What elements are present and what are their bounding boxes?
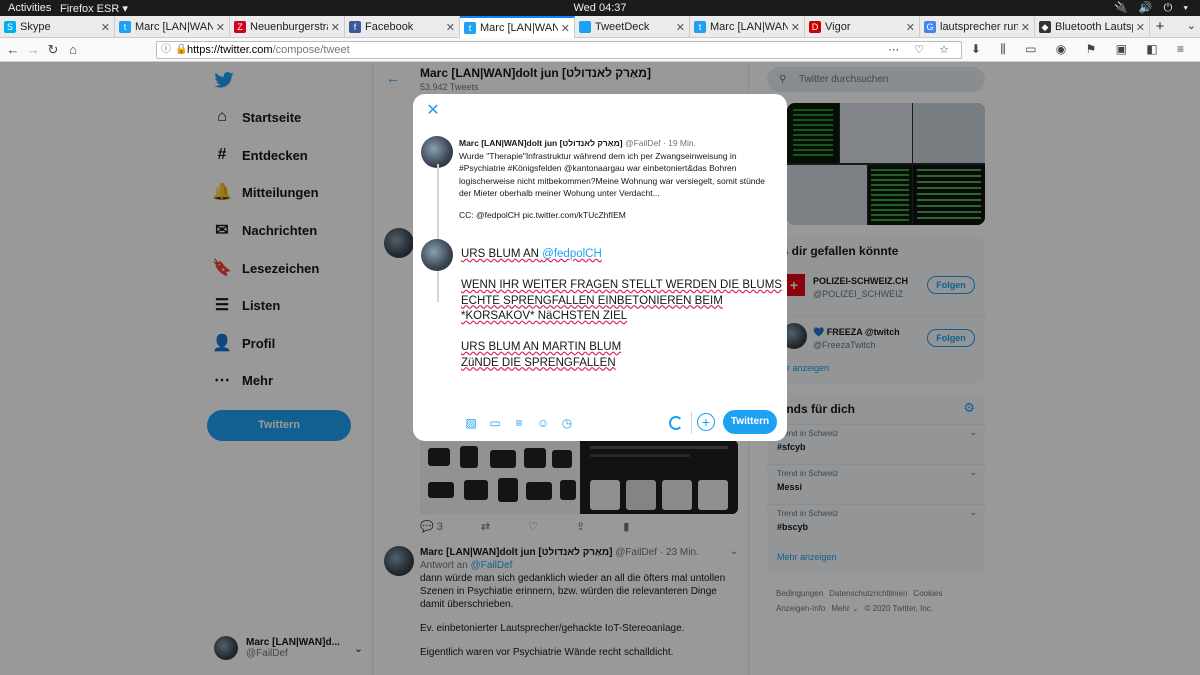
twitter-icon: t	[464, 22, 476, 34]
compose-modal: ✕ Marc [LAN|WAN]dolt jun [מאַרק לאנדולט]…	[413, 94, 787, 441]
gif-icon[interactable]: ▭	[483, 416, 507, 432]
tab[interactable]: t Marc [LAN|WAN]dolt jun✕	[690, 16, 805, 38]
tab-title: Neuenburgerstrasse	[250, 21, 328, 33]
url-path: /compose/tweet	[272, 44, 350, 56]
tab-title: Marc [LAN|WAN]dolt jun	[135, 21, 213, 33]
skype-icon: S	[4, 21, 16, 33]
back-icon[interactable]: ←	[4, 41, 22, 59]
close-icon[interactable]: ✕	[446, 21, 455, 34]
url-bar[interactable]: ⓘ 🔒 https://twitter.com/compose/tweet ⋯ …	[156, 41, 962, 59]
compose-text: URS BLUM AN MARTIN BLUM	[461, 341, 622, 353]
send-tweet-button[interactable]: Twittern	[723, 410, 777, 434]
system-tray[interactable]: 🔌 🔊 ⏻ ▾	[1114, 1, 1192, 15]
lock-icon[interactable]: 🔒	[175, 42, 187, 58]
zoom-icon: Z	[234, 21, 246, 33]
close-icon[interactable]: ✕	[906, 21, 915, 34]
tab[interactable]: S Skype ✕	[0, 16, 115, 38]
close-icon[interactable]: ✕	[423, 102, 443, 122]
twitter-icon: t	[119, 21, 131, 33]
clock[interactable]: Wed 04:37	[0, 2, 1200, 14]
info-icon[interactable]: ⓘ	[161, 42, 171, 58]
close-icon[interactable]: ✕	[561, 22, 570, 35]
image-icon[interactable]: ▨	[459, 416, 483, 432]
facebook-icon: f	[349, 21, 361, 33]
emoji-icon[interactable]: ☺	[531, 416, 555, 432]
tab[interactable]: t Marc [LAN|WAN]dolt jun✕	[115, 16, 230, 38]
close-icon[interactable]: ✕	[791, 21, 800, 34]
tab-title: Vigor	[825, 21, 851, 33]
poll-icon[interactable]: ≡	[507, 416, 531, 432]
close-icon[interactable]: ✕	[101, 21, 110, 34]
compose-toolbar: ▨ ▭ ≡ ☺ ◷	[459, 416, 579, 432]
tab-title: Skype	[20, 21, 51, 33]
author-name: Marc [LAN|WAN]dolt jun [מאַרק לאנדולט]	[459, 138, 623, 148]
tab[interactable]: ◆ Bluetooth Lautspr...✕	[1035, 16, 1150, 38]
new-tab-button[interactable]: +	[1150, 16, 1170, 37]
tab-title: lautsprecher rund	[940, 21, 1018, 33]
close-icon[interactable]: ✕	[676, 21, 685, 34]
url-host: https://twitter.com	[187, 44, 273, 56]
close-icon[interactable]: ✕	[1021, 21, 1030, 34]
progress-ring	[669, 416, 683, 430]
tab-strip: SSkype✕tMarc [LAN|WAN]dolt jun✕ZNeuenbur…	[0, 16, 1200, 38]
add-tweet-button[interactable]: +	[697, 413, 715, 431]
tab-title: Bluetooth Lautspr...	[1055, 21, 1133, 33]
forward-icon[interactable]: →	[24, 41, 42, 59]
mention-link: @fedpolCH	[542, 248, 602, 260]
home-icon[interactable]: ⌂	[64, 41, 82, 59]
tab[interactable]: t Marc [LAN|WAN]dolt jun✕	[460, 16, 575, 38]
compose-text: WENN IHR WEITER FRAGEN STELLT WERDEN DIE…	[461, 279, 782, 291]
page-actions[interactable]: ⋯ ♡ ☆	[888, 42, 955, 58]
tab[interactable]: Z Neuenburgerstrasse✕	[230, 16, 345, 38]
toolbar-icons[interactable]: ⬇ ⫼ ▭ ◉ ⚑ ▣ ◧ ≡	[971, 42, 1192, 57]
thread-line	[437, 164, 439, 302]
tab[interactable]: TweetDeck ✕	[575, 16, 690, 38]
divider	[691, 412, 692, 434]
compose-text: ECHTE SPRENGFALLEN EINBETONIEREN BEIM	[461, 294, 723, 307]
tweetdeck-icon	[579, 21, 591, 33]
tab-title: TweetDeck	[595, 21, 650, 33]
quoted-author: Marc [LAN|WAN]dolt jun [מאַרק לאנדולט] @…	[459, 137, 777, 150]
reload-icon[interactable]: ↻	[44, 41, 62, 59]
compose-text: *KORSAKOV* NäCHSTEN ZIEL	[461, 310, 628, 322]
close-icon[interactable]: ✕	[1136, 21, 1145, 34]
author-handle: @FailDef · 19 Min.	[624, 138, 696, 148]
tab-title: Marc [LAN|WAN]dolt jun	[710, 21, 788, 33]
tab-title: Facebook	[365, 21, 414, 33]
navigation-bar: ← → ↻ ⌂ ⓘ 🔒 https://twitter.com/compose/…	[0, 38, 1200, 62]
tab[interactable]: f Facebook ✕	[345, 16, 460, 38]
schedule-icon[interactable]: ◷	[555, 416, 579, 432]
amazon-icon: ◆	[1039, 21, 1051, 33]
close-icon[interactable]: ✕	[216, 21, 225, 34]
vigor-icon: D	[809, 21, 821, 33]
google-icon: G	[924, 21, 936, 33]
tab-title: Marc [LAN|WAN]dolt jun	[480, 22, 558, 34]
tab[interactable]: D Vigor ✕	[805, 16, 920, 38]
quoted-cc: CC: @fedpolCH pic.twitter.com/kTUcZhfIEM	[459, 210, 626, 220]
quoted-tweet: Marc [LAN|WAN]dolt jun [מאַרק לאנדולט] @…	[459, 137, 777, 200]
quoted-text: Wurde "Therapie"Infrastruktur während de…	[459, 150, 765, 199]
compose-text: URS BLUM AN	[461, 248, 543, 260]
compose-textarea[interactable]: URS BLUM AN @fedpolCH WENN IHR WEITER FR…	[461, 247, 782, 371]
tab[interactable]: Glautsprecher rund ✕	[920, 16, 1035, 38]
twitter-icon: t	[694, 21, 706, 33]
avatar	[421, 239, 453, 271]
tab-list-icon[interactable]: ⌄	[1187, 19, 1196, 32]
compose-text: ZüNDE DIE SPRENGFALLEN	[461, 356, 616, 369]
gnome-top-bar: Activities Firefox ESR ▾ Wed 04:37 🔌 🔊 ⏻…	[0, 0, 1200, 16]
close-icon[interactable]: ✕	[331, 21, 340, 34]
